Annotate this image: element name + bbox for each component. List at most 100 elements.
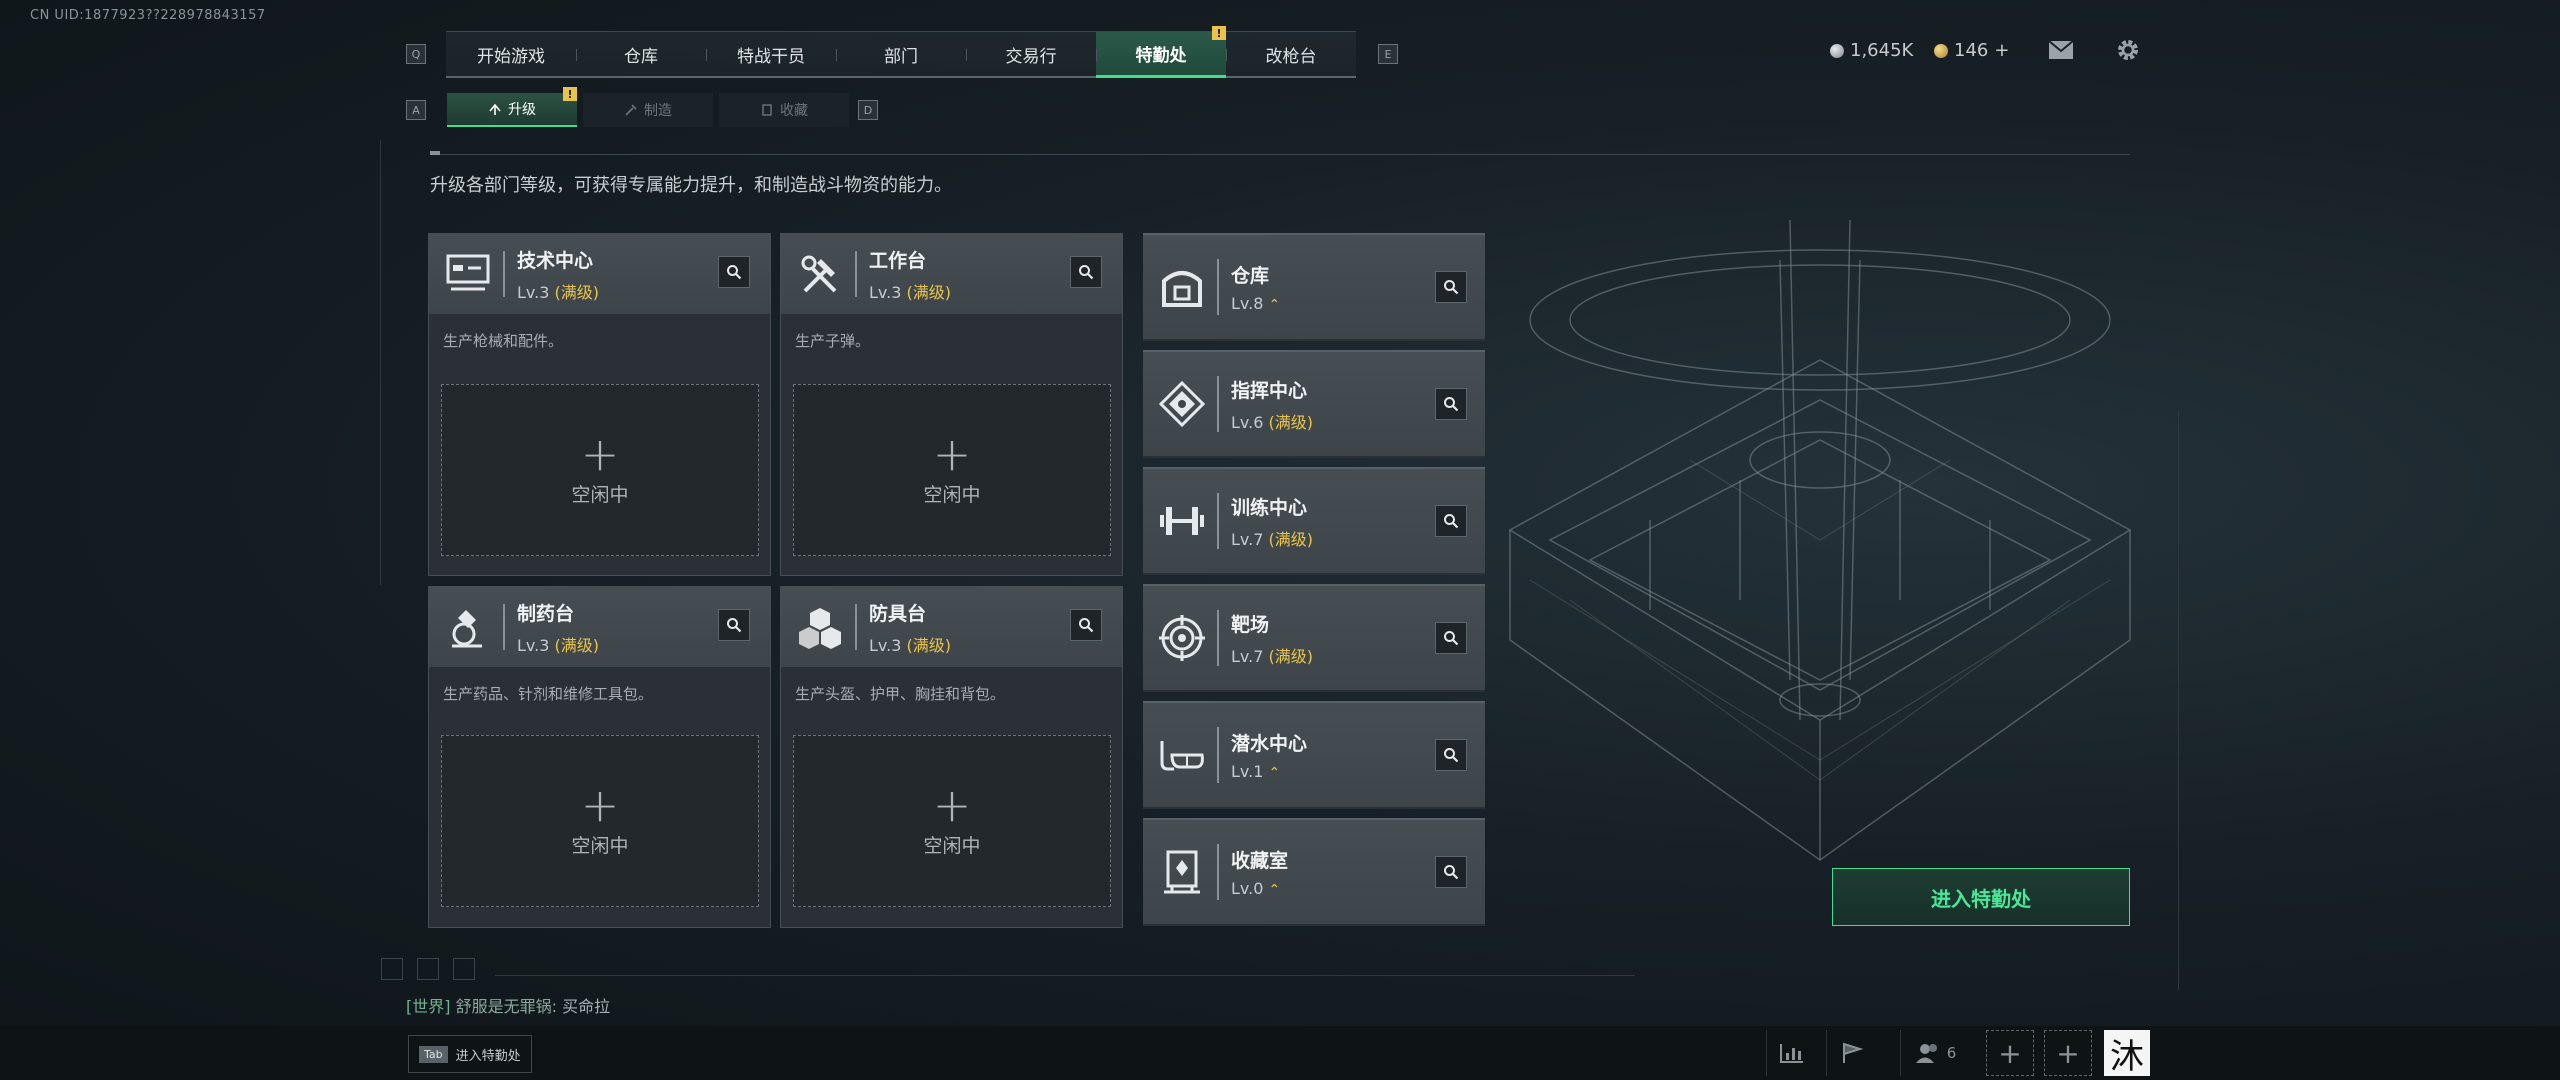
subtab-collection[interactable]: 收藏	[719, 93, 849, 127]
divider-accent	[430, 151, 440, 155]
separator	[503, 604, 505, 650]
add-slot-button-1[interactable]: +	[1986, 1030, 2034, 1076]
tab-trade[interactable]: 交易行	[966, 32, 1096, 76]
facility-level: Lv.7	[1231, 646, 1264, 666]
settings-button[interactable]	[2116, 38, 2140, 66]
facility-level: Lv.1	[1231, 762, 1264, 781]
inspect-button[interactable]	[718, 609, 750, 641]
inspect-button[interactable]	[1435, 388, 1467, 420]
notification-badge: !	[563, 87, 577, 101]
decor-line	[380, 140, 381, 585]
production-slot[interactable]: + 空闲中	[441, 735, 759, 907]
inspect-button[interactable]	[1435, 505, 1467, 537]
station-level: Lv.3	[869, 635, 902, 655]
enter-special-ops-button[interactable]: 进入特勤处	[1832, 868, 2130, 926]
facility-name: 指挥中心	[1231, 379, 1308, 402]
station-card-header: 防具台 Lv.3 (满级)	[781, 587, 1122, 667]
facility-level: Lv.8	[1231, 294, 1264, 313]
tab-label: 仓库	[624, 46, 658, 67]
separator	[503, 251, 505, 297]
tab-gunsmith[interactable]: 改枪台	[1226, 32, 1356, 76]
inspect-button[interactable]	[1435, 622, 1467, 654]
tools-icon	[795, 249, 845, 299]
facility-card-shooting-range[interactable]: 靶场 Lv.7 (满级)	[1143, 584, 1485, 692]
search-icon	[1444, 514, 1459, 529]
inspect-button[interactable]	[1435, 271, 1467, 303]
subnav-next-key-hint[interactable]: D	[858, 100, 878, 120]
tab-label: 部门	[884, 46, 918, 67]
diving-icon	[1157, 730, 1207, 780]
upgrade-available-icon: ⌃	[1268, 882, 1281, 898]
inspect-button[interactable]	[1070, 609, 1102, 641]
main-nav: 开始游戏 仓库 特战干员 部门 交易行 特勤处 ! 改枪台	[446, 26, 1356, 78]
inspect-button[interactable]	[718, 256, 750, 288]
mail-button[interactable]	[2048, 40, 2074, 64]
player-avatar[interactable]: 沐	[2104, 1030, 2150, 1077]
production-slot[interactable]: + 空闲中	[441, 384, 759, 556]
facility-name: 训练中心	[1231, 496, 1308, 519]
facility-card-diving-center[interactable]: 潜水中心 Lv.1 ⌃	[1143, 701, 1485, 809]
search-icon	[1079, 265, 1094, 280]
tab-label: 改枪台	[1265, 46, 1317, 67]
flag-button[interactable]	[1826, 1030, 1876, 1076]
stats-button[interactable]	[1766, 1030, 1816, 1076]
production-slot[interactable]: + 空闲中	[793, 735, 1111, 907]
collection-room-icon	[1157, 847, 1207, 897]
collection-icon	[762, 104, 772, 116]
divider	[430, 154, 2130, 155]
separator	[855, 251, 857, 297]
gold-currency: 146 +	[1934, 40, 2009, 61]
station-card-header: 技术中心 Lv.3 (满级)	[429, 234, 770, 314]
facility-name: 靶场	[1231, 613, 1270, 636]
facility-name: 仓库	[1231, 265, 1270, 287]
station-card-tech-center: 技术中心 Lv.3 (满级) 生产枪械和配件。 + 空闲中	[428, 233, 771, 576]
facility-card-training-center[interactable]: 训练中心 Lv.7 (满级)	[1143, 467, 1485, 575]
subtab-upgrade[interactable]: 升级 !	[447, 87, 577, 127]
search-icon	[1444, 865, 1459, 880]
tab-department[interactable]: 部门	[836, 32, 966, 76]
tab-start-game[interactable]: 开始游戏	[446, 32, 576, 76]
subnav-prev-key-hint[interactable]: A	[406, 100, 426, 120]
tab-enter-special-ops-hint[interactable]: Tab 进入特勤处	[408, 1035, 532, 1073]
plus-icon: +	[1998, 1036, 2022, 1070]
facility-card-command-center[interactable]: 指挥中心 Lv.6 (满级)	[1143, 350, 1485, 458]
facility-card-warehouse[interactable]: 仓库 Lv.8 ⌃	[1143, 233, 1485, 341]
station-card-header: 制药台 Lv.3 (满级)	[429, 587, 770, 667]
tab-label: 特勤处	[1135, 46, 1187, 66]
page-description: 升级各部门等级，可获得专属能力提升，和制造战斗物资的能力。	[430, 175, 952, 196]
decor-line	[495, 975, 1635, 976]
bottom-bar	[0, 1026, 2560, 1080]
tab-operators[interactable]: 特战干员	[706, 32, 836, 76]
inspect-button[interactable]	[1435, 739, 1467, 771]
production-slot[interactable]: + 空闲中	[793, 384, 1111, 556]
tab-special-ops[interactable]: 特勤处 !	[1096, 26, 1226, 78]
inspect-button[interactable]	[1435, 856, 1467, 888]
subtab-craft[interactable]: 制造	[583, 93, 713, 127]
station-name: 制药台	[517, 602, 575, 625]
add-production-icon: +	[932, 426, 972, 481]
station-name: 技术中心	[517, 249, 594, 272]
slot-status: 空闲中	[571, 483, 629, 506]
plus-icon: +	[2056, 1036, 2080, 1070]
separator	[1217, 610, 1219, 666]
separator	[1217, 727, 1219, 783]
add-slot-button-2[interactable]: +	[2044, 1030, 2092, 1076]
inspect-button[interactable]	[1070, 256, 1102, 288]
nav-next-key-hint[interactable]: E	[1378, 44, 1398, 64]
max-level-label: (满级)	[1268, 529, 1314, 549]
add-production-icon: +	[580, 777, 620, 832]
tab-warehouse[interactable]: 仓库	[576, 32, 706, 76]
gold-amount: 146	[1954, 40, 1989, 61]
slot-status: 空闲中	[571, 834, 629, 857]
slot-status: 空闲中	[923, 483, 981, 506]
nav-prev-key-hint[interactable]: Q	[406, 44, 426, 64]
facility-card-collection-room[interactable]: 收藏室 Lv.0 ⌃	[1143, 818, 1485, 926]
add-gold-button[interactable]: +	[1994, 40, 2009, 61]
slot-status: 空闲中	[923, 834, 981, 857]
friends-button[interactable]: 6	[1900, 1030, 1970, 1076]
station-level: Lv.3	[517, 282, 550, 302]
player-uid: CN UID:1877923??228978843157	[30, 8, 266, 23]
dumbbell-icon	[1157, 496, 1207, 546]
world-chat-line[interactable]: [世界] 舒服是无罪锅: 买命拉	[406, 993, 610, 1017]
silver-amount: 1,645K	[1850, 40, 1914, 61]
